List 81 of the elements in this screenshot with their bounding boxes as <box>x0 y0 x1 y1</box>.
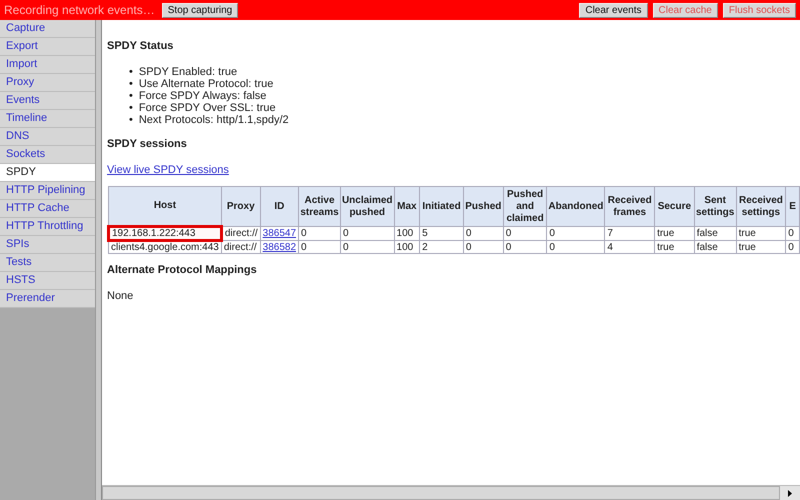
column-header: Secure <box>654 186 694 226</box>
table-cell: 0 <box>786 226 800 240</box>
table-cell: true <box>736 226 786 240</box>
column-header: Sent settings <box>694 186 736 226</box>
bullet: • <box>129 90 133 102</box>
sidebar-item[interactable]: Prerender <box>0 290 95 308</box>
session-id-link[interactable]: 386547 <box>262 228 296 239</box>
clear-events-button[interactable]: Clear events <box>579 2 648 18</box>
session-id-link[interactable]: 386582 <box>262 242 296 252</box>
table-cell: false <box>694 226 736 240</box>
bullet: • <box>129 114 133 126</box>
sidebar-item[interactable]: SPIs <box>0 236 95 254</box>
table-cell: 2 <box>420 240 464 254</box>
status-item: Next Protocols: http/1.1,spdy/2 <box>138 114 289 126</box>
table-cell: 7 <box>604 226 655 240</box>
table-cell: false <box>694 240 736 254</box>
table-cell: 0 <box>546 240 605 254</box>
sidebar-item[interactable]: Import <box>0 56 95 74</box>
status-item: SPDY Enabled: true <box>138 66 238 78</box>
sidebar-item[interactable]: HTTP Throttling <box>0 218 95 236</box>
column-header: Received frames <box>604 186 655 226</box>
column-header: Host <box>108 186 222 226</box>
splitter[interactable] <box>95 20 102 500</box>
table-cell: 0 <box>463 226 504 240</box>
table-cell: 0 <box>340 240 394 254</box>
sidebar-item[interactable]: Timeline <box>0 110 95 128</box>
bullet: • <box>129 66 133 78</box>
table-cell: 0 <box>546 226 605 240</box>
bullet: • <box>129 78 133 90</box>
sidebar-item[interactable]: SPDY <box>0 164 95 182</box>
sidebar-item[interactable]: Proxy <box>0 74 95 92</box>
sidebar-item[interactable]: Sockets <box>0 146 95 164</box>
sidebar-item[interactable]: Events <box>0 92 95 110</box>
column-header: Unclaimed pushed <box>340 186 394 226</box>
table-cell: 0 <box>298 240 340 254</box>
column-header: Pushed <box>463 186 504 226</box>
stop-capturing-button[interactable]: Stop capturing <box>162 2 238 18</box>
table-cell: 5 <box>420 226 464 240</box>
table-cell: 0 <box>340 226 394 240</box>
sidebar-item[interactable]: DNS <box>0 128 95 146</box>
table-cell: 100 <box>394 226 420 240</box>
column-header: E <box>786 186 800 226</box>
column-header: Proxy <box>221 186 260 226</box>
column-header: ID <box>260 186 299 226</box>
view-sessions-link[interactable]: View live SPDY sessions <box>107 164 229 176</box>
bullet: • <box>129 102 133 114</box>
mappings-text: None <box>107 290 134 302</box>
column-header: Pushed and claimed <box>503 186 547 226</box>
sidebar-item[interactable]: HTTP Cache <box>0 200 95 218</box>
sidebar-item[interactable]: Capture <box>0 20 95 38</box>
column-header: Abandoned <box>546 186 605 226</box>
table-cell: true <box>654 240 694 254</box>
sidebar-item[interactable]: HTTP Pipelining <box>0 182 95 200</box>
table-cell: 0 <box>298 226 340 240</box>
status-item: Use Alternate Protocol: true <box>138 78 274 90</box>
status-item: Force SPDY Always: false <box>138 90 266 102</box>
sidebar-item[interactable]: Export <box>0 38 95 56</box>
table-cell: 0 <box>786 240 800 254</box>
table-cell: 4 <box>604 240 655 254</box>
table-cell: true <box>654 226 694 240</box>
table-cell: direct:// <box>221 226 260 240</box>
column-header: Initiated <box>420 186 464 226</box>
right-arrow-icon[interactable] <box>788 490 792 496</box>
status-item: Force SPDY Over SSL: true <box>138 102 276 114</box>
table-cell: direct:// <box>221 240 260 254</box>
table-cell: 0 <box>463 240 504 254</box>
section-heading: Alternate Protocol Mappings <box>107 264 258 276</box>
table-cell: 0 <box>503 226 547 240</box>
status-text: Recording network events… <box>4 3 155 17</box>
section-heading: SPDY Status <box>107 40 174 52</box>
column-header: Received settings <box>736 186 786 226</box>
section-heading: SPDY sessions <box>107 138 188 150</box>
table-cell: 0 <box>503 240 547 254</box>
horizontal-scrollbar[interactable] <box>102 485 800 500</box>
table-cell: 100 <box>394 240 420 254</box>
column-header: Max <box>394 186 420 226</box>
column-header: Active streams <box>298 186 340 226</box>
sidebar-item[interactable]: HSTS <box>0 272 95 290</box>
table-cell: clients4.google.com:443 <box>108 240 222 254</box>
sidebar-item[interactable]: Tests <box>0 254 95 272</box>
table-cell: true <box>736 240 786 254</box>
